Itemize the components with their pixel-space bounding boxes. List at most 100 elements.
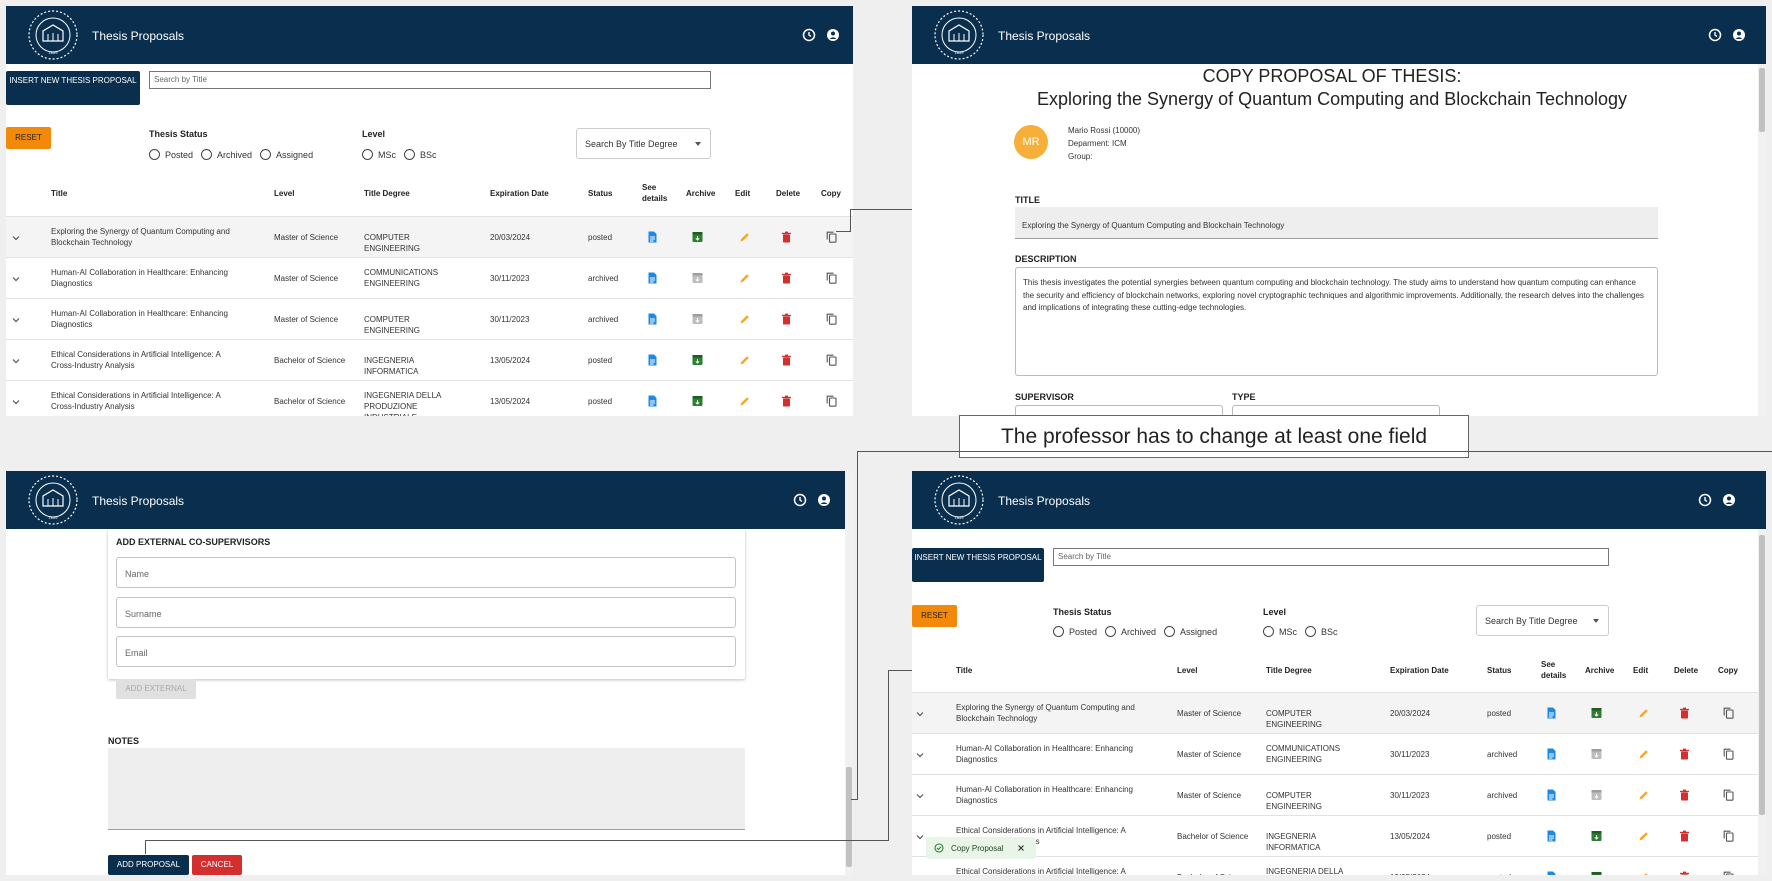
copy-icon[interactable] <box>826 354 837 366</box>
cancel-button[interactable]: CANCEL <box>192 855 242 875</box>
file-icon[interactable] <box>1546 789 1557 801</box>
description-field[interactable]: This thesis investigates the potential s… <box>1015 267 1658 376</box>
title-field[interactable]: Exploring the Synergy of Quantum Computi… <box>1015 207 1658 239</box>
expand-row-icon[interactable] <box>916 874 924 875</box>
trash-icon[interactable] <box>1679 748 1690 760</box>
reset-button[interactable]: RESET <box>6 127 51 149</box>
archive-icon[interactable] <box>1591 707 1602 719</box>
expand-row-icon[interactable] <box>12 357 20 365</box>
copy-icon[interactable] <box>1723 789 1734 801</box>
scrollbar[interactable] <box>845 471 853 875</box>
insert-proposal-button[interactable]: INSERT NEW THESIS PROPOSAL <box>912 548 1044 582</box>
file-icon[interactable] <box>1546 871 1557 875</box>
external-name-input[interactable]: Name <box>116 557 736 588</box>
expand-row-icon[interactable] <box>12 234 20 242</box>
archive-icon[interactable] <box>1591 789 1602 801</box>
scrollbar-thumb[interactable] <box>1759 535 1765 815</box>
insert-proposal-button[interactable]: INSERT NEW THESIS PROPOSAL <box>6 71 140 105</box>
radio-archived[interactable] <box>1105 626 1117 637</box>
close-icon[interactable] <box>1017 844 1025 852</box>
file-icon[interactable] <box>647 395 658 407</box>
external-surname-input[interactable]: Surname <box>116 597 736 628</box>
copy-icon[interactable] <box>1723 871 1734 875</box>
pencil-icon[interactable] <box>739 272 750 284</box>
radio-posted[interactable] <box>149 149 160 160</box>
expand-row-icon[interactable] <box>916 710 924 718</box>
trash-icon[interactable] <box>781 272 792 284</box>
radio-bsc[interactable] <box>1305 626 1316 637</box>
copy-icon[interactable] <box>826 313 837 325</box>
copy-icon[interactable] <box>1723 707 1734 719</box>
archive-icon[interactable] <box>1591 748 1602 760</box>
trash-icon[interactable] <box>781 231 792 243</box>
history-icon[interactable] <box>1698 493 1712 507</box>
file-icon[interactable] <box>647 354 658 366</box>
trash-icon[interactable] <box>781 313 792 325</box>
history-icon[interactable] <box>802 28 816 42</box>
trash-icon[interactable] <box>1679 871 1690 875</box>
trash-icon[interactable] <box>1679 707 1690 719</box>
scrollbar[interactable] <box>1758 529 1766 875</box>
pencil-icon[interactable] <box>1638 748 1649 760</box>
account-icon[interactable] <box>1732 28 1746 42</box>
archive-icon[interactable] <box>1591 871 1602 875</box>
account-icon[interactable] <box>826 28 840 42</box>
pencil-icon[interactable] <box>1638 707 1649 719</box>
radio-msc[interactable] <box>1263 626 1274 637</box>
external-email-input[interactable]: Email <box>116 636 736 667</box>
pencil-icon[interactable] <box>739 231 750 243</box>
search-input[interactable]: Search by Title <box>149 71 711 89</box>
pencil-icon[interactable] <box>1638 871 1649 875</box>
pencil-icon[interactable] <box>1638 830 1649 842</box>
copy-icon[interactable] <box>1723 748 1734 760</box>
expand-row-icon[interactable] <box>12 275 20 283</box>
file-icon[interactable] <box>647 313 658 325</box>
radio-posted[interactable] <box>1053 626 1064 637</box>
account-icon[interactable] <box>1722 493 1736 507</box>
scrollbar-thumb[interactable] <box>1759 68 1765 132</box>
scrollbar[interactable] <box>1758 64 1766 416</box>
trash-icon[interactable] <box>1679 830 1690 842</box>
expand-row-icon[interactable] <box>916 751 924 759</box>
expand-row-icon[interactable] <box>916 833 924 841</box>
expand-row-icon[interactable] <box>916 792 924 800</box>
history-icon[interactable] <box>1708 28 1722 42</box>
notes-field[interactable] <box>108 748 745 830</box>
add-external-button[interactable]: ADD EXTERNAL <box>116 679 196 699</box>
radio-bsc[interactable] <box>404 149 415 160</box>
trash-icon[interactable] <box>781 395 792 407</box>
file-icon[interactable] <box>1546 830 1557 842</box>
copy-icon[interactable] <box>826 231 837 243</box>
history-icon[interactable] <box>793 493 807 507</box>
pencil-icon[interactable] <box>739 354 750 366</box>
radio-archived[interactable] <box>201 149 213 160</box>
expand-row-icon[interactable] <box>12 398 20 406</box>
scrollbar-thumb[interactable] <box>846 767 852 867</box>
degree-select[interactable]: Search By Title Degree <box>1476 605 1609 636</box>
archive-icon[interactable] <box>1591 830 1602 842</box>
archive-icon[interactable] <box>692 395 703 407</box>
pencil-icon[interactable] <box>1638 789 1649 801</box>
expand-row-icon[interactable] <box>12 316 20 324</box>
archive-icon[interactable] <box>692 272 703 284</box>
pencil-icon[interactable] <box>739 395 750 407</box>
trash-icon[interactable] <box>1679 789 1690 801</box>
reset-button[interactable]: RESET <box>912 605 957 627</box>
copy-icon[interactable] <box>826 272 837 284</box>
archive-icon[interactable] <box>692 354 703 366</box>
archive-icon[interactable] <box>692 231 703 243</box>
archive-icon[interactable] <box>692 313 703 325</box>
file-icon[interactable] <box>1546 748 1557 760</box>
radio-assigned[interactable] <box>260 149 272 160</box>
copy-icon[interactable] <box>826 395 837 407</box>
add-proposal-button[interactable]: ADD PROPOSAL <box>108 855 189 875</box>
copy-icon[interactable] <box>1723 830 1734 842</box>
degree-select[interactable]: Search By Title Degree <box>576 128 711 159</box>
trash-icon[interactable] <box>781 354 792 366</box>
file-icon[interactable] <box>647 231 658 243</box>
account-icon[interactable] <box>817 493 831 507</box>
pencil-icon[interactable] <box>739 313 750 325</box>
search-input[interactable]: Search by Title <box>1053 548 1609 566</box>
file-icon[interactable] <box>1546 707 1557 719</box>
file-icon[interactable] <box>647 272 658 284</box>
